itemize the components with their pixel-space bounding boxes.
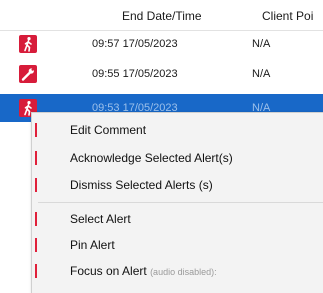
client-point-cell: N/A — [252, 38, 271, 50]
end-datetime-cell: 09:55 17/05/2023 — [92, 68, 178, 80]
menu-item-marker — [35, 264, 37, 278]
menu-item-focus-alert[interactable]: Focus on Alert (audio disabled): — [32, 260, 323, 282]
menu-item-pin-alert[interactable]: Pin Alert — [32, 234, 323, 256]
menu-item-label: Focus on Alert (audio disabled): — [70, 264, 217, 278]
menu-item-label: Edit Comment — [70, 123, 147, 137]
column-header-end-datetime[interactable]: End Date/Time — [122, 9, 202, 23]
column-header-client-point[interactable]: Client Poi — [262, 9, 313, 23]
menu-item-marker — [35, 212, 37, 226]
wrench-icon — [19, 65, 37, 83]
menu-item-marker — [35, 238, 37, 252]
end-datetime-cell: 09:57 17/05/2023 — [92, 38, 178, 50]
table-row[interactable]: 09:57 17/05/2023 N/A — [0, 30, 323, 58]
menu-item-dismiss-alerts[interactable]: Dismiss Selected Alerts (s) — [32, 174, 323, 196]
menu-item-label: Pin Alert — [70, 238, 115, 252]
menu-item-marker — [35, 123, 37, 137]
menu-item-acknowledge-alerts[interactable]: Acknowledge Selected Alert(s) — [32, 147, 323, 169]
menu-item-label: Select Alert — [70, 212, 131, 226]
menu-item-select-alert[interactable]: Select Alert — [32, 208, 323, 230]
menu-item-label: Dismiss Selected Alerts (s) — [70, 178, 213, 192]
menu-item-edit-comment[interactable]: Edit Comment — [32, 119, 323, 141]
menu-item-marker — [35, 178, 37, 192]
client-point-cell: N/A — [252, 68, 271, 80]
menu-item-marker — [35, 151, 37, 165]
menu-item-label: Acknowledge Selected Alert(s) — [70, 151, 233, 165]
menu-separator — [38, 202, 323, 203]
table-header: End Date/Time Client Poi — [0, 0, 323, 31]
focus-alert-note: (audio disabled): — [150, 267, 217, 277]
walking-person-icon — [19, 35, 37, 53]
context-menu: Edit Comment Acknowledge Selected Alert(… — [31, 112, 323, 293]
table-row[interactable]: 09:55 17/05/2023 N/A — [0, 60, 323, 88]
focus-alert-label: Focus on Alert — [70, 264, 147, 278]
